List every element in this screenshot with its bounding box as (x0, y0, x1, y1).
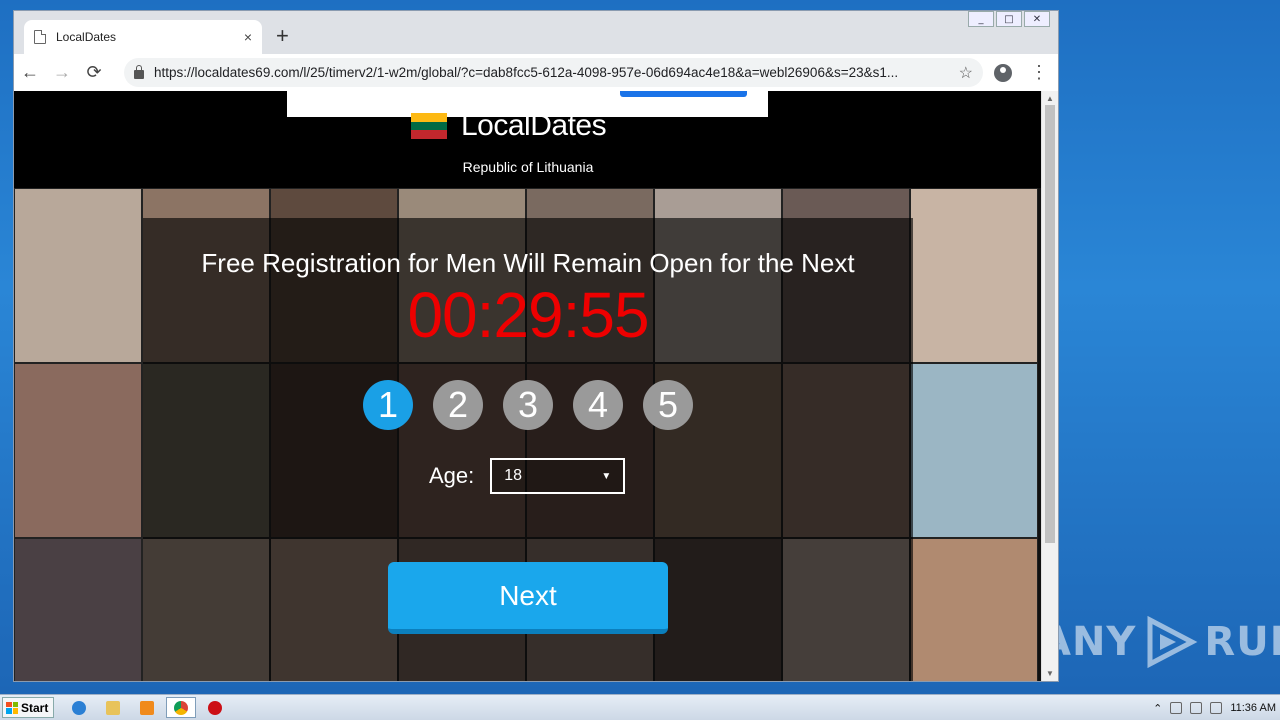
step-4: 4 (573, 380, 623, 430)
explorer-taskbar-icon[interactable] (98, 697, 128, 718)
browser-menu-icon[interactable]: ⋮ (1030, 62, 1048, 83)
url-text[interactable]: https://localdates69.com/l/25/timerv2/1-… (154, 65, 951, 80)
age-row: Age: 18 ▼ (429, 458, 626, 494)
play-logo-icon (1147, 615, 1198, 669)
lock-icon[interactable] (134, 65, 144, 79)
site-header: LocalDates Republic of Lithuania (14, 91, 1042, 188)
step-indicator: 1 2 3 4 5 (363, 380, 693, 430)
start-label: Start (21, 700, 49, 715)
scrollbar-thumb[interactable] (1045, 105, 1055, 543)
step-5: 5 (643, 380, 693, 430)
clock[interactable]: 11:36 AM (1230, 702, 1276, 714)
gallery-tile (910, 538, 1038, 681)
gallery-tile (910, 188, 1038, 363)
ie-taskbar-icon[interactable] (64, 697, 94, 718)
taskbar-apps (64, 697, 230, 718)
gallery-tile (910, 363, 1038, 538)
registration-headline: Free Registration for Men Will Remain Op… (201, 248, 855, 278)
flag-icon[interactable] (1210, 702, 1223, 714)
countdown-timer: 00:29:55 (407, 279, 649, 351)
new-tab-button[interactable]: + (276, 23, 296, 49)
step-3: 3 (503, 380, 553, 430)
chrome-taskbar-icon[interactable] (166, 697, 196, 718)
window-controls: _ □ ✕ (968, 11, 1050, 27)
browser-toolbar: ← → ⟳ https://localdates69.com/l/25/time… (14, 54, 1058, 91)
tray-expand-icon[interactable]: ⌃ (1153, 702, 1162, 715)
bookmark-star-icon[interactable]: ☆ (959, 63, 973, 83)
scroll-down-arrow-icon[interactable]: ▼ (1046, 669, 1054, 678)
flag-stripe-red (411, 130, 447, 140)
close-window-button[interactable]: ✕ (1024, 11, 1050, 27)
start-button[interactable]: Start (2, 697, 54, 718)
next-button[interactable]: Next (388, 562, 668, 634)
toolbar-right: ⋮ (994, 54, 1048, 91)
windows-logo-icon (6, 701, 18, 714)
opera-taskbar-icon[interactable] (200, 697, 230, 718)
forward-button[interactable]: → (46, 62, 78, 83)
maximize-button[interactable]: □ (996, 11, 1022, 27)
system-tray: ⌃ 11:36 AM (1153, 695, 1276, 720)
address-bar[interactable]: https://localdates69.com/l/25/timerv2/1-… (124, 58, 983, 87)
logo-text: LocalDates (461, 109, 607, 142)
step-1: 1 (363, 380, 413, 430)
site-logo[interactable]: LocalDates (411, 109, 607, 143)
anyrun-watermark: ANY RUN (1040, 610, 1280, 674)
profile-avatar-icon[interactable] (994, 63, 1012, 82)
browser-tab[interactable]: LocalDates × (24, 20, 262, 54)
media-player-taskbar-icon[interactable] (132, 697, 162, 718)
tab-close-icon[interactable]: × (244, 29, 252, 45)
age-value: 18 (504, 467, 523, 484)
network-icon[interactable] (1170, 702, 1183, 714)
country-label: Republic of Lithuania (462, 159, 594, 175)
minimize-button[interactable]: _ (968, 11, 994, 27)
registration-overlay: Free Registration for Men Will Remain Op… (143, 218, 913, 681)
gallery-tile (14, 188, 142, 363)
gallery-tile (14, 363, 142, 538)
gallery-tile (14, 538, 142, 681)
back-button[interactable]: ← (14, 62, 46, 83)
scroll-up-arrow-icon[interactable]: ▲ (1046, 94, 1054, 103)
browser-window: _ □ ✕ LocalDates × + ← → ⟳ https://local… (13, 10, 1059, 682)
age-select[interactable]: 18 ▼ (490, 458, 626, 494)
flag-stripe-yellow (411, 113, 447, 122)
reload-button[interactable]: ⟳ (78, 62, 110, 83)
volume-icon[interactable] (1190, 702, 1203, 714)
lithuania-flag-icon (411, 113, 447, 140)
flag-stripe-green (411, 121, 447, 131)
page-icon (34, 30, 46, 44)
dropdown-caret-icon: ▼ (601, 470, 612, 482)
tab-title: LocalDates (56, 30, 117, 44)
taskbar: Start ⌃ 11:36 AM (0, 694, 1280, 720)
page-scrollbar[interactable]: ▲ ▼ (1041, 91, 1058, 681)
page-viewport: LocalDates Republic of Lithuania Free Re… (14, 91, 1042, 681)
age-label: Age: (429, 463, 475, 488)
watermark-text-right: RUN (1204, 619, 1280, 665)
step-2: 2 (433, 380, 483, 430)
notice-button[interactable] (620, 91, 747, 97)
